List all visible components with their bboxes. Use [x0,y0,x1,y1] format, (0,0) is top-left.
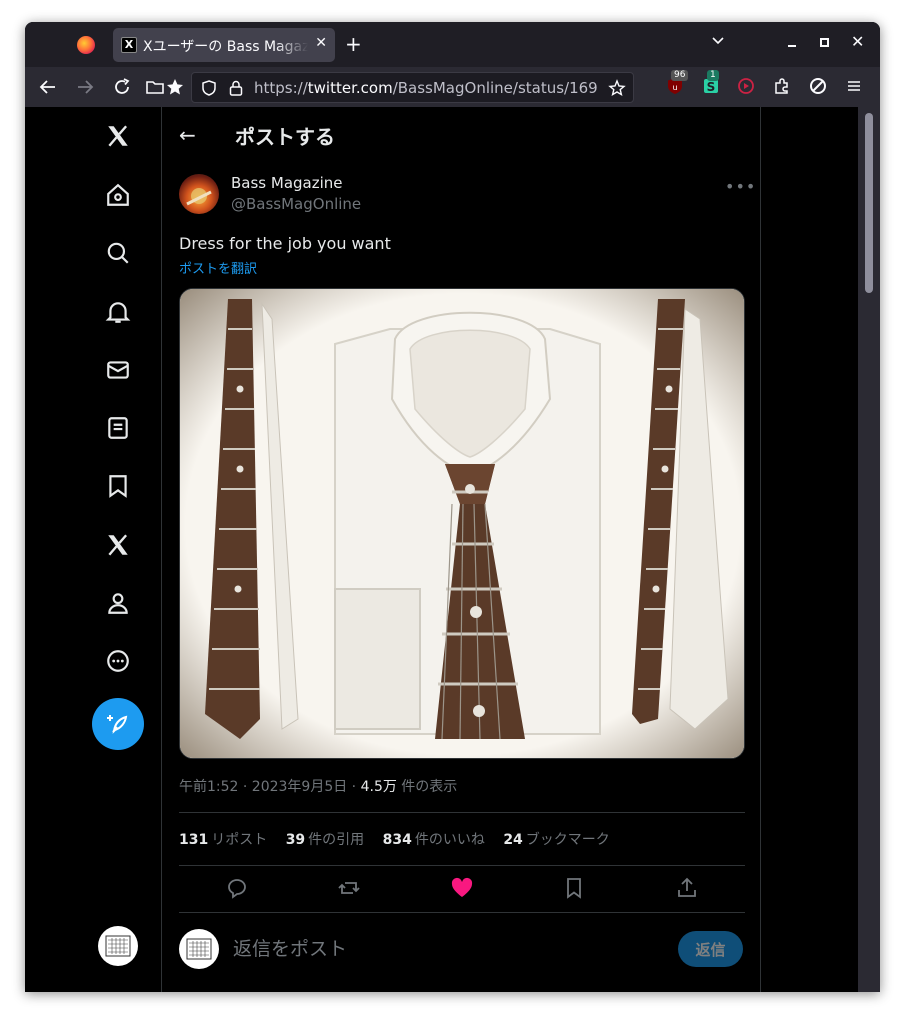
reload-icon[interactable] [111,76,133,98]
menu-hamburger-icon[interactable] [844,76,864,96]
reply-user-avatar[interactable] [179,929,219,969]
page-title: ポストする [235,125,335,149]
compose-post-button[interactable] [92,698,144,750]
divider [179,865,745,866]
mail-icon[interactable] [105,357,131,383]
reply-icon[interactable] [225,876,249,900]
reply-button[interactable]: 返信 [678,931,743,967]
bookmark-action-icon[interactable] [562,876,586,900]
stylus-extension-icon[interactable]: S 1 [701,70,721,96]
firefox-icon[interactable] [77,36,95,54]
bookmark-star-icon[interactable] [164,76,186,98]
window-close-icon[interactable]: ✕ [851,32,864,51]
tab-strip: X Xユーザーの Bass Magazine ✕ + ✕ [25,22,880,67]
profile-icon[interactable] [105,590,131,616]
tab-list-chevron-icon[interactable] [711,34,725,48]
svg-text:S: S [707,80,716,94]
more-circle-icon[interactable] [105,648,131,674]
shirt-with-bass-neck-ties-image [180,289,744,758]
extension-badge-2: 1 [707,70,719,81]
bookmark-page-star-icon[interactable] [608,79,626,97]
view-count: 4.5万 [360,779,397,795]
author-name[interactable]: Bass Magazine [231,174,343,192]
forward-arrow-icon[interactable] [74,76,96,98]
search-icon[interactable] [105,240,131,266]
bookmark-stat[interactable]: 24 ブックマーク [503,829,609,849]
feather-plus-icon [107,715,128,734]
translate-post-link[interactable]: ポストを翻訳 [179,258,257,277]
back-button[interactable]: ← [179,123,196,147]
post-timestamp[interactable]: 午前1:52 · 2023年9月5日 · [179,779,361,795]
back-arrow-icon[interactable] [37,76,59,98]
minimize-icon[interactable] [785,34,799,48]
post-stats: 131 リポスト 39 件の引用 834 件のいいね 24 ブックマーク [179,829,624,849]
account-avatar[interactable] [98,926,138,966]
divider [179,812,745,813]
bell-icon[interactable] [105,299,131,325]
share-icon[interactable] [675,876,699,900]
more-options-button[interactable]: ••• [725,177,756,196]
premium-x-icon[interactable] [105,532,131,558]
like-heart-icon[interactable] [450,876,474,900]
tab-active[interactable]: X Xユーザーの Bass Magazine ✕ [113,28,335,62]
new-tab-button[interactable]: + [345,32,362,56]
close-tab-icon[interactable]: ✕ [315,35,327,51]
block-icon[interactable] [808,76,828,96]
view-label: 件の表示 [396,779,458,795]
divider [179,912,745,913]
shield-icon[interactable] [200,79,218,97]
post-text: Dress for the job you want [179,234,391,253]
quote-stat[interactable]: 39 件の引用 [286,829,364,849]
like-stat[interactable]: 834 件のいいね [383,829,485,849]
tab-title: Xユーザーの Bass Magazine [143,39,308,54]
x-logo-icon[interactable] [105,123,131,149]
post-image[interactable] [179,288,745,759]
page-content: ← ポストする Bass Magazine @BassMagOnline •••… [25,107,880,992]
media-extension-icon[interactable] [736,76,756,96]
ublock-extension-icon[interactable]: u 96 [665,70,689,96]
lists-icon[interactable] [105,415,131,441]
nav-bar: https://twitter.com/BassMagOnline/status… [25,67,880,107]
x-favicon-icon: X [121,37,137,53]
home-icon[interactable] [105,182,131,208]
extension-badge: 96 [671,70,689,81]
reply-input[interactable] [233,936,653,962]
maximize-icon[interactable] [820,38,829,47]
repost-stat[interactable]: 131 リポスト [179,829,267,849]
extensions-puzzle-icon[interactable] [772,76,792,96]
url-bar[interactable]: https://twitter.com/BassMagOnline/status… [191,72,634,103]
browser-window: X Xユーザーの Bass Magazine ✕ + ✕ https://twi… [25,22,880,992]
scrollbar[interactable] [858,107,880,992]
svg-text:u: u [672,83,677,92]
scrollbar-thumb[interactable] [865,113,873,293]
url-text[interactable]: https://twitter.com/BassMagOnline/status… [254,79,600,97]
lock-icon[interactable] [227,79,245,97]
left-navigation [25,107,162,992]
post-column: ← ポストする Bass Magazine @BassMagOnline •••… [162,107,761,992]
bookmark-icon[interactable] [105,473,131,499]
repost-icon[interactable] [337,876,361,900]
author-handle[interactable]: @BassMagOnline [231,195,361,213]
folder-icon[interactable] [144,76,166,98]
author-avatar[interactable] [179,174,219,214]
post-meta: 午前1:52 · 2023年9月5日 · 4.5万 件の表示 [179,776,457,796]
